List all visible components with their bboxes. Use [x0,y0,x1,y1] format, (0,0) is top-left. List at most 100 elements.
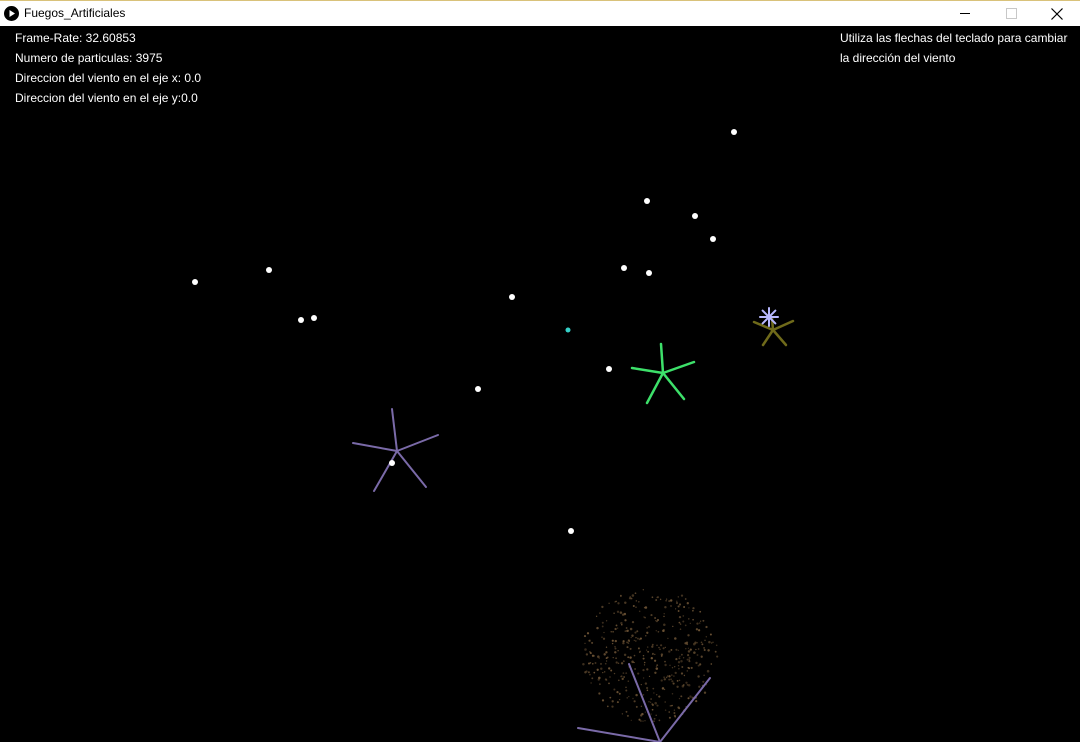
wind-y-label: Direccion del viento en el eje y:0.0 [15,91,198,105]
dust-particle [601,699,605,702]
dust-particle [678,668,680,670]
dust-particle [620,621,623,625]
olive-burst-ray [761,328,775,347]
dust-particle [609,696,612,699]
dust-particle [697,675,700,678]
rocket-particle [389,460,395,466]
dust-particle [611,705,614,708]
dust-particle [678,679,681,681]
dust-particle [631,594,635,597]
dust-particle [681,666,684,668]
dust-particle [676,600,678,602]
dust-particle [622,660,625,663]
dust-particle [640,705,643,707]
dust-particle [613,672,616,675]
dust-particle [609,676,611,678]
dust-particle [648,701,650,703]
dust-particle [617,602,620,605]
rocket-particle [311,315,317,321]
dust-particle [679,623,682,625]
dust-particle [589,651,592,654]
dust-particle [611,642,614,645]
dust-particle [615,661,618,664]
close-button[interactable] [1034,1,1080,26]
dust-particle [686,670,689,672]
dust-particle [711,642,713,644]
dust-particle [584,642,586,645]
dust-particle [616,701,619,704]
dust-particle [680,660,683,663]
dust-particle [671,667,674,669]
dust-particle [660,679,663,682]
dust-particle [680,594,684,597]
fireworks-scene [192,129,795,742]
dust-particle [663,676,665,679]
dust-particle [710,663,713,665]
dust-particle [615,657,617,660]
dust-particle [635,693,638,697]
title-bar[interactable]: Fuegos_Artificiales [0,0,1080,26]
dust-particle [592,663,594,665]
dust-particle [677,610,680,612]
dust-particle [606,705,609,708]
minimize-icon [959,13,970,14]
dust-particle [677,596,679,598]
purple-burst-lower-ray [577,727,661,742]
rocket-particle [710,236,716,242]
dust-particle [701,643,704,646]
dust-particle [635,637,637,639]
dust-particle [626,629,630,632]
dust-particle [597,678,600,681]
dust-particle [684,598,687,600]
dust-particle [673,709,676,711]
dust-particle [665,676,668,679]
dust-particle [647,646,649,648]
rocket-particle [266,267,272,273]
dust-particle [601,621,604,624]
dust-particle [695,628,699,631]
green-burst-ray [661,360,696,375]
dust-particle [605,620,608,622]
dust-particle [604,662,607,665]
maximize-icon [1005,8,1017,19]
dust-particle [683,606,686,608]
dust-particle [644,606,648,609]
dust-particle [636,630,639,633]
dust-particle [682,684,685,686]
dust-particle [614,639,617,643]
dust-particle [651,643,654,646]
dust-particle [680,695,683,698]
dust-particle [678,615,682,619]
dust-particle [605,660,608,662]
dust-particle [677,605,680,608]
dust-particle [650,713,652,715]
dust-particle [699,622,701,624]
dust-particle [653,692,655,694]
green-burst-ray [645,371,665,405]
dust-particle [586,632,590,635]
dust-particle [642,677,645,679]
dust-particle [682,657,685,659]
dust-particle [634,592,637,595]
dust-particle [639,720,642,722]
dust-particle [617,650,619,652]
dust-particle [662,629,665,633]
dust-particle [668,675,671,678]
minimize-button[interactable] [942,1,988,26]
dust-particle [621,713,624,715]
dust-particle [664,605,667,609]
dust-particle [714,650,717,653]
dust-particle [646,631,649,634]
dust-particle [613,612,615,615]
dust-particle [687,647,690,649]
maximize-button[interactable] [988,1,1034,26]
instruction-line-1: Utiliza las flechas del teclado para cam… [840,31,1068,45]
dust-particle [688,656,691,659]
dust-particle [644,616,646,619]
dust-particle [671,692,674,695]
dust-particle [584,648,587,651]
dust-particle [648,675,651,678]
dust-particle [655,714,657,717]
fireworks-canvas[interactable] [0,26,1080,742]
dust-particle [655,667,659,670]
